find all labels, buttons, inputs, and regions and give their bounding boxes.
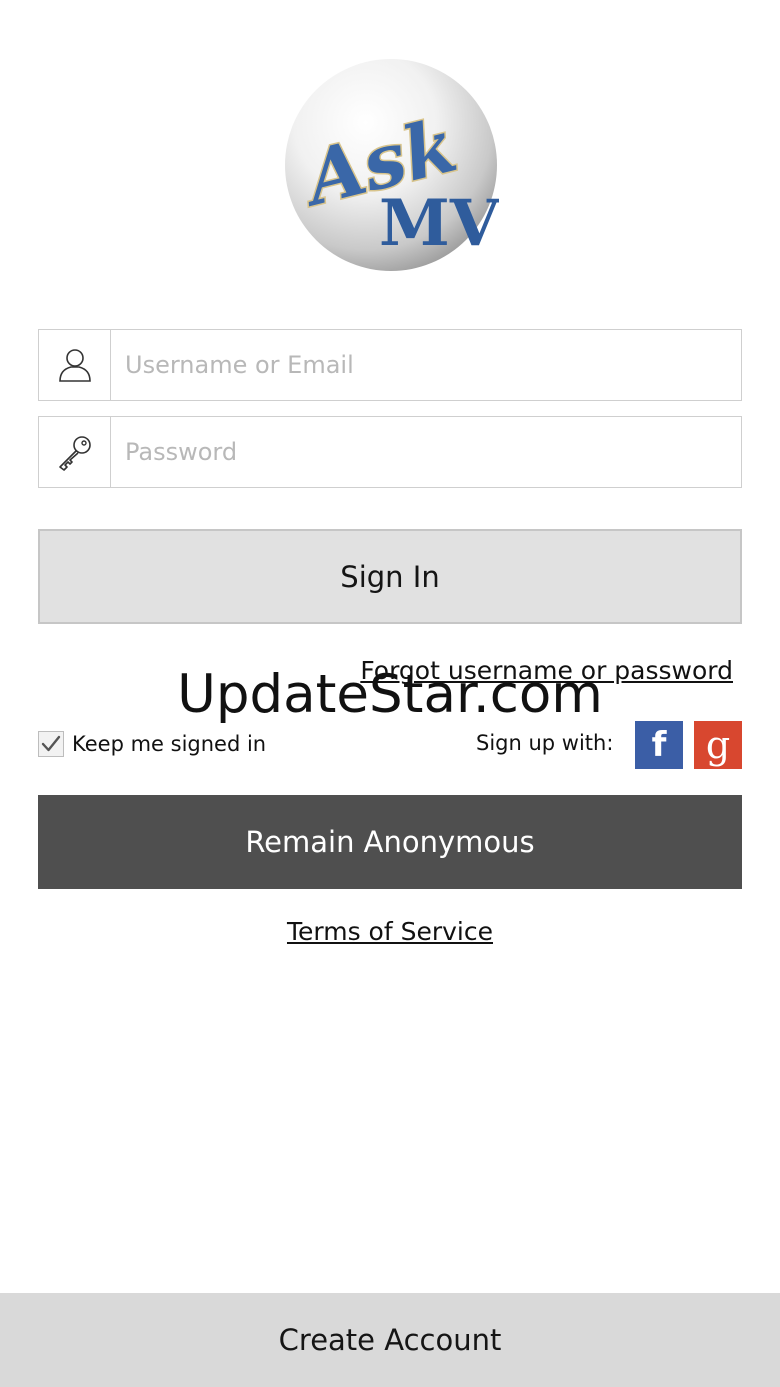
username-field [38,329,742,401]
remain-anonymous-button[interactable]: Remain Anonymous [38,795,742,889]
terms-of-service-link[interactable]: Terms of Service [287,917,493,946]
create-account-button[interactable]: Create Account [0,1293,780,1387]
keep-signed-in-row[interactable]: Keep me signed in [38,731,266,757]
sign-up-with-label: Sign up with: [476,731,614,755]
checkmark-icon [41,735,61,752]
user-icon [39,330,111,400]
forgot-password-link[interactable]: Forgot username or password [360,656,733,685]
google-icon: g [705,723,731,767]
key-icon [39,417,111,487]
keep-signed-in-checkbox[interactable] [38,731,64,757]
terms-of-service-row: Terms of Service [0,917,780,946]
google-signup-button[interactable]: g [694,721,742,769]
facebook-signup-button[interactable]: f [635,721,683,769]
app-logo: Ask MV [283,57,499,273]
facebook-icon: f [651,725,667,765]
password-field [38,416,742,488]
username-input[interactable] [111,330,741,400]
logo-mv-text: MV [379,186,499,261]
ask-mv-logo: Ask MV [285,59,499,271]
sign-in-button[interactable]: Sign In [38,529,742,624]
keep-signed-in-label: Keep me signed in [72,732,267,756]
password-input[interactable] [111,417,741,487]
